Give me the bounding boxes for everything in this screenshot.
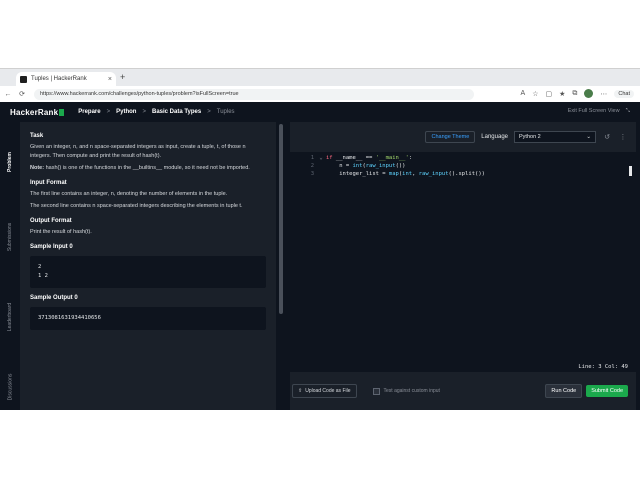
line-number: 3 [310, 171, 314, 177]
sample-output-block: 3713081631934410656 [30, 307, 266, 330]
crumb-basic-data-types[interactable]: Basic Data Types [152, 109, 201, 115]
crumb-separator-icon: > [207, 109, 211, 115]
read-aloud-icon[interactable]: A [521, 90, 526, 97]
upload-code-button[interactable]: ⇪ Upload Code as File [292, 384, 357, 398]
profile-avatar[interactable] [584, 89, 594, 98]
logo-text: HackerRank [10, 107, 59, 117]
note-label: Note: [30, 165, 45, 171]
output-format-heading: Output Format [30, 218, 72, 224]
language-select[interactable]: Python 2 ⌄ [514, 131, 596, 143]
favorites-icon[interactable]: ★ [559, 90, 565, 98]
back-icon[interactable]: ← [2, 91, 14, 98]
exit-full-screen-button[interactable]: Exit Full Screen View ⤡ [568, 108, 630, 115]
app-header: HackerRank Prepare > Python > Basic Data… [0, 102, 640, 122]
language-label: Language [481, 134, 508, 140]
line-number: 1 [310, 155, 314, 161]
upload-icon: ⇪ [298, 388, 303, 394]
hackerrank-favicon-icon [20, 75, 27, 83]
sample-input-heading: Sample Input 0 [30, 244, 73, 250]
tab-discussions[interactable]: Discussions [0, 357, 20, 417]
problem-scrollbar-thumb[interactable] [279, 124, 283, 314]
tab-title: Tuples | HackerRank [31, 76, 87, 82]
cursor-position-status: Line: 3 Col: 49 [578, 364, 628, 370]
browser-tab[interactable]: Tuples | HackerRank × [16, 72, 116, 86]
sample-output-heading: Sample Output 0 [30, 295, 78, 301]
code-line[interactable]: 3 integer_list = map(int, raw_input().sp… [290, 170, 630, 178]
tab-leaderboard-label: Leaderboard [7, 302, 14, 332]
note-paragraph: Note: hash() is one of the functions in … [30, 164, 266, 173]
code-text: n = int(raw_input()) [326, 163, 406, 169]
tab-submissions[interactable]: Submissions [0, 202, 20, 272]
code-editor[interactable]: 1 ⌄ if __name__ == '__main__': 2 n = int… [290, 152, 636, 372]
line-number: 2 [310, 163, 314, 169]
fold-arrow-icon[interactable]: ⌄ [316, 155, 326, 161]
editor-toolbar: Change Theme Language Python 2 ⌄ ↺ ⋮ [290, 122, 636, 152]
breadcrumb: Prepare > Python > Basic Data Types > Tu… [78, 109, 234, 115]
chevron-down-icon: ⌄ [586, 134, 591, 140]
tab-leaderboard[interactable]: Leaderboard [0, 282, 20, 352]
custom-input-checkbox[interactable] [372, 387, 380, 395]
crumb-prepare[interactable]: Prepare [78, 109, 100, 115]
sample-output-value: 3713081631934410656 [38, 315, 101, 321]
editor-footer: ⇪ Upload Code as File Test against custo… [290, 372, 636, 410]
crumb-separator-icon: > [142, 109, 146, 115]
custom-input-label: Test against custom input [383, 388, 440, 394]
output-format-text: Print the result of hash(t). [30, 229, 92, 235]
code-line[interactable]: 2 n = int(raw_input()) [290, 162, 630, 170]
exit-full-screen-label: Exit Full Screen View [567, 108, 620, 114]
refresh-icon[interactable]: ⟳ [16, 90, 28, 98]
code-text: integer_list = map(int, raw_input().spli… [326, 171, 485, 177]
reset-code-icon[interactable]: ↺ [602, 133, 612, 141]
code-text: if __name__ == '__main__': [326, 155, 413, 161]
sample-input-line2: 1 2 [38, 273, 48, 279]
language-value: Python 2 [519, 134, 541, 140]
task-text: Given an integer, n, and n space-separat… [30, 144, 246, 159]
input-format-line2: The second line contains n space-separat… [30, 203, 243, 209]
crumb-separator-icon: > [106, 109, 111, 115]
crumb-tuples: Tuples [216, 109, 235, 115]
collections-icon[interactable]: ⧉ [572, 90, 577, 98]
sample-input-line1: 2 [38, 264, 42, 270]
task-heading: Task [30, 133, 44, 139]
split-screen-icon[interactable]: ▢ [545, 90, 552, 98]
crumb-python[interactable]: Python [116, 109, 136, 115]
change-theme-button[interactable]: Change Theme [425, 131, 476, 143]
more-icon[interactable]: ⋯ [600, 90, 607, 98]
upload-label: Upload Code as File [305, 388, 351, 394]
input-format-heading: Input Format [30, 180, 67, 186]
tab-submissions-label: Submissions [7, 222, 14, 252]
hackerrank-app: HackerRank Prepare > Python > Basic Data… [0, 102, 640, 410]
browser-toolbar-right: A ☆ ▢ ★ ⧉ ⋯ Chat [521, 89, 634, 98]
close-tab-icon[interactable]: × [108, 76, 112, 83]
editor-scrollbar[interactable] [629, 166, 632, 176]
new-tab-icon[interactable]: + [120, 72, 125, 82]
tab-discussions-label: Discussions [7, 373, 13, 401]
collapse-icon: ⤡ [625, 108, 630, 114]
vertical-tabs: Problem Submissions Leaderboard Discussi… [0, 122, 20, 410]
copilot-chat-button[interactable]: Chat [614, 89, 634, 98]
run-code-button[interactable]: Run Code [545, 384, 583, 398]
settings-icon[interactable]: ⋮ [618, 133, 628, 141]
favorite-star-icon[interactable]: ☆ [532, 90, 538, 98]
sample-input-block: 2 1 2 [30, 256, 266, 288]
submit-code-button[interactable]: Submit Code [586, 385, 628, 397]
note-text: hash() is one of the functions in the __… [45, 165, 250, 171]
address-bar[interactable]: https://www.hackerrank.com/challenges/py… [34, 88, 474, 100]
tab-problem-label: Problem [7, 151, 14, 173]
logo-mark-icon [59, 108, 65, 116]
input-format-line1: The first line contains an integer, n, d… [30, 191, 228, 197]
tab-problem[interactable]: Problem [0, 132, 20, 192]
code-line[interactable]: 1 ⌄ if __name__ == '__main__': [290, 154, 630, 162]
problem-statement: Task Given an integer, n, and n space-se… [20, 122, 276, 410]
hackerrank-logo[interactable]: HackerRank [10, 107, 65, 117]
